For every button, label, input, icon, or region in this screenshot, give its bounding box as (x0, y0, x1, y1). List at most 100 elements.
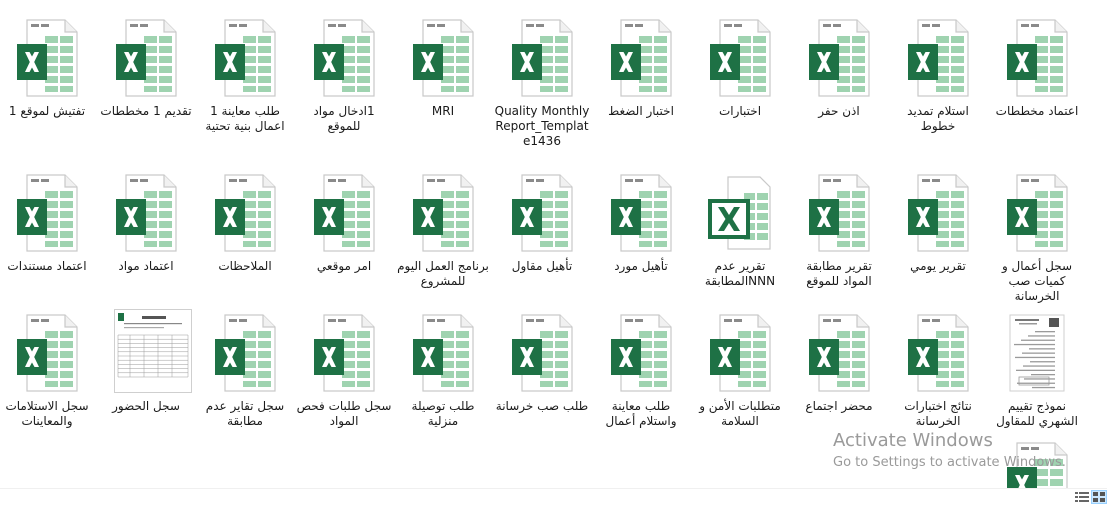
file-name: تقديم 1 مخططات (100, 104, 192, 118)
excel-file-icon (411, 313, 475, 393)
file-item[interactable]: استلام تمديد خطوط (889, 18, 987, 134)
file-name: طلب معاينة واستلام أعمال (605, 399, 677, 428)
file-item[interactable]: طلب معاينة 1 اعمال بنية تحتية (196, 18, 294, 134)
excel-file-icon (114, 18, 178, 98)
excel-file-icon (411, 18, 475, 98)
file-name: استلام تمديد خطوط (907, 104, 969, 133)
file-item[interactable]: اعتماد مستندات (0, 173, 96, 274)
excel-file-icon (15, 313, 79, 393)
file-item[interactable]: Quality Monthly Report_Templat e1436 (493, 18, 591, 149)
excel-file-icon (1005, 173, 1069, 253)
file-item[interactable]: سجل تقاير عدم مطابقة (196, 313, 294, 429)
file-item[interactable]: طلب صب خرسانة (493, 313, 591, 414)
file-name: محضر اجتماع (805, 399, 873, 413)
file-name: تأهيل مورد (614, 259, 668, 273)
excel-file-icon (510, 18, 574, 98)
file-item[interactable]: متطلبات الأمن و السلامة (691, 313, 789, 429)
file-item[interactable]: سجل الاستلامات والمعاينات (0, 313, 96, 429)
activation-watermark: Activate Windows Go to Settings to activ… (833, 430, 1066, 472)
file-name: سجل طلبات فحص المواد (296, 399, 392, 428)
file-view: اعتماد مخططات استلام تمديد خطوط اذن حفر اخت… (0, 0, 1107, 488)
file-name: طلب توصيلة منزلية (411, 399, 475, 428)
excel-file-icon (411, 173, 475, 253)
file-item[interactable]: تأهيل مقاول (493, 173, 591, 274)
file-item[interactable]: نموذج تقييم الشهري للمقاول (988, 313, 1086, 429)
file-item[interactable]: امر موقعي (295, 173, 393, 274)
file-item[interactable]: MRI (394, 18, 492, 119)
excel-file-icon (312, 18, 376, 98)
file-name: اختبارات (718, 104, 762, 118)
excel-file-icon (906, 313, 970, 393)
file-name: Quality Monthly Report_Templat e1436 (494, 104, 590, 148)
excel-file-icon (807, 173, 871, 253)
file-name: طلب صب خرسانة (495, 399, 589, 413)
file-item[interactable]: سجل طلبات فحص المواد (295, 313, 393, 429)
excel-file-icon (15, 18, 79, 98)
file-name: الملاحظات (218, 259, 272, 273)
file-name: اعتماد مواد (118, 259, 174, 273)
file-name: تقرير عدم NNNالمطابقة (704, 259, 776, 288)
file-name: اعتماد مستندات (7, 259, 87, 273)
file-item[interactable]: سجل الحضور (97, 309, 195, 414)
file-item[interactable]: تقرير يومي (889, 173, 987, 274)
file-name: سجل أعمال و كميات صب الخرسانة (1001, 259, 1073, 303)
file-item[interactable]: تفتيش لموقع 1 (0, 18, 96, 119)
excel-file-icon (807, 313, 871, 393)
file-name: سجل تقاير عدم مطابقة (205, 399, 285, 428)
excel-file-icon (510, 173, 574, 253)
excel-file-icon (114, 173, 178, 253)
excel-file-icon (906, 18, 970, 98)
file-name: تقرير مطابقة المواد للموقع (806, 259, 872, 288)
file-name: اعتماد مخططات (995, 104, 1079, 118)
excel-file-icon (609, 173, 673, 253)
file-item[interactable]: تقديم 1 مخططات (97, 18, 195, 119)
file-item[interactable]: طلب توصيلة منزلية (394, 313, 492, 429)
file-name: تأهيل مقاول (511, 259, 573, 273)
document-thumbnail-icon (1005, 313, 1069, 393)
excel-file-icon (312, 173, 376, 253)
details-view-icon[interactable] (1074, 490, 1090, 504)
file-name: نموذج تقييم الشهري للمقاول (996, 399, 1078, 428)
status-bar (0, 488, 1107, 507)
file-item[interactable]: اعتماد مخططات (988, 18, 1086, 119)
excel-app-icon (708, 173, 772, 253)
file-name: سجل الاستلامات والمعاينات (5, 399, 89, 428)
file-item[interactable]: اعتماد مواد (97, 173, 195, 274)
file-item[interactable]: طلب معاينة واستلام أعمال (592, 313, 690, 429)
excel-file-icon (312, 313, 376, 393)
file-item[interactable]: سجل أعمال و كميات صب الخرسانة (988, 173, 1086, 304)
file-name: اختبار الضغط (608, 104, 674, 118)
file-name: نتائج اختبارات الخرسانة (904, 399, 972, 428)
excel-file-icon (510, 313, 574, 393)
file-name: تقرير يومي (910, 259, 966, 273)
excel-file-icon (1005, 18, 1069, 98)
file-item[interactable]: تقرير مطابقة المواد للموقع (790, 173, 888, 289)
excel-file-icon (609, 313, 673, 393)
file-name: متطلبات الأمن و السلامة (699, 399, 781, 428)
file-name: MRI (431, 104, 455, 118)
file-name: سجل الحضور (112, 399, 180, 413)
file-name: طلب معاينة 1 اعمال بنية تحتية (205, 104, 285, 133)
file-name: تفتيش لموقع 1 (8, 104, 86, 118)
large-icons-view-icon[interactable] (1091, 490, 1107, 504)
file-item[interactable]: برنامج العمل اليوم للمشروع (394, 173, 492, 289)
file-item[interactable]: اختبار الضغط (592, 18, 690, 119)
excel-file-icon (609, 18, 673, 98)
file-item[interactable]: اختبارات (691, 18, 789, 119)
excel-file-icon (213, 313, 277, 393)
excel-file-icon (15, 173, 79, 253)
file-name: برنامج العمل اليوم للمشروع (397, 259, 489, 288)
watermark-title: Activate Windows (833, 430, 993, 451)
excel-file-icon (807, 18, 871, 98)
excel-file-icon (213, 173, 277, 253)
excel-file-icon (906, 173, 970, 253)
spreadsheet-thumbnail-icon (114, 309, 192, 393)
file-name: امر موقعي (316, 259, 372, 273)
file-item[interactable]: تأهيل مورد (592, 173, 690, 274)
file-item[interactable]: 1ادخال مواد للموقع (295, 18, 393, 134)
file-item[interactable]: تقرير عدم NNNالمطابقة (691, 173, 789, 289)
file-item[interactable]: نتائج اختبارات الخرسانة (889, 313, 987, 429)
file-item[interactable]: الملاحظات (196, 173, 294, 274)
file-item[interactable]: محضر اجتماع (790, 313, 888, 414)
file-item[interactable]: اذن حفر (790, 18, 888, 119)
